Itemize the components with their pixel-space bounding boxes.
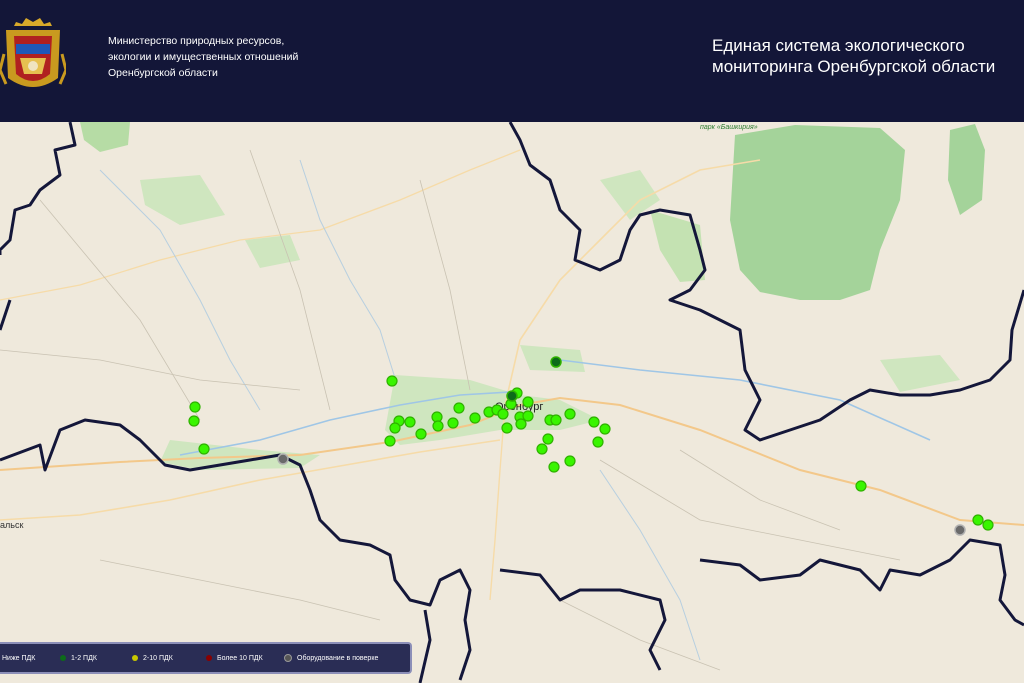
legend-label-1-2-pdk: 1-2 ПДК xyxy=(71,654,97,662)
station-marker-1-2-pdk[interactable] xyxy=(506,390,518,402)
legend-item-2-10-pdk: 2-10 ПДК xyxy=(132,655,206,662)
station-marker[interactable] xyxy=(972,514,984,526)
legend-label-below-pdk: Ниже ПДК xyxy=(2,654,36,662)
legend-item-1-2-pdk: 1-2 ПДК xyxy=(60,655,132,662)
station-marker[interactable] xyxy=(536,443,548,455)
station-marker[interactable] xyxy=(550,414,562,426)
station-marker[interactable] xyxy=(515,418,527,430)
station-marker[interactable] xyxy=(432,420,444,432)
station-marker[interactable] xyxy=(501,422,513,434)
station-marker[interactable] xyxy=(982,519,994,531)
legend-item-calibration: Оборудование в поверке xyxy=(284,654,378,662)
station-marker[interactable] xyxy=(386,375,398,387)
legend-dot-1-2-pdk xyxy=(60,655,66,661)
ministry-line-3: Оренбургской области xyxy=(108,67,218,79)
station-marker[interactable] xyxy=(453,402,465,414)
legend-label-over-10-pdk: Более 10 ПДК xyxy=(217,654,263,662)
coat-of-arms-icon xyxy=(0,18,66,87)
ministry-line-2: экологии и имущественных отношений xyxy=(108,51,299,63)
station-marker[interactable] xyxy=(415,428,427,440)
station-marker[interactable] xyxy=(588,416,600,428)
city-label-left: альск xyxy=(0,520,23,530)
station-marker-1-2-pdk[interactable] xyxy=(550,356,562,368)
park-label-bashkiria: парк «Башкирия» xyxy=(700,124,758,131)
legend-label-2-10-pdk: 2-10 ПДК xyxy=(143,654,173,662)
station-marker-calibration[interactable] xyxy=(277,453,289,465)
legend: Ниже ПДК 1-2 ПДК 2-10 ПДК Более 10 ПДК О… xyxy=(0,642,412,674)
station-marker[interactable] xyxy=(564,408,576,420)
station-marker[interactable] xyxy=(469,412,481,424)
legend-dot-over-10-pdk xyxy=(206,655,212,661)
station-marker[interactable] xyxy=(564,455,576,467)
station-marker[interactable] xyxy=(189,401,201,413)
legend-item-over-10-pdk: Более 10 ПДК xyxy=(206,655,284,662)
ministry-name: Министерство природных ресурсов, экологи… xyxy=(108,33,348,81)
station-marker[interactable] xyxy=(599,423,611,435)
station-marker[interactable] xyxy=(447,417,459,429)
station-marker[interactable] xyxy=(522,396,534,408)
station-marker[interactable] xyxy=(522,410,534,422)
station-marker[interactable] xyxy=(188,415,200,427)
station-marker[interactable] xyxy=(497,408,509,420)
system-title-line-2: мониторинга Оренбургской области xyxy=(712,57,996,76)
station-marker[interactable] xyxy=(389,422,401,434)
ministry-line-1: Министерство природных ресурсов, xyxy=(108,35,285,47)
station-marker[interactable] xyxy=(198,443,210,455)
legend-dot-2-10-pdk xyxy=(132,655,138,661)
station-marker-calibration[interactable] xyxy=(954,524,966,536)
station-marker[interactable] xyxy=(542,433,554,445)
station-marker[interactable] xyxy=(592,436,604,448)
station-marker[interactable] xyxy=(548,461,560,473)
legend-label-calibration: Оборудование в поверке xyxy=(297,654,379,662)
legend-dot-calibration xyxy=(284,654,292,662)
header: Министерство природных ресурсов, экологи… xyxy=(0,0,1024,122)
map-canvas[interactable]: Оренбург альск парк «Башкирия» xyxy=(0,122,1024,683)
station-marker[interactable] xyxy=(404,416,416,428)
legend-item-below-pdk: Ниже ПДК xyxy=(0,655,54,662)
system-title: Единая система экологического мониторинг… xyxy=(712,35,1022,77)
station-marker[interactable] xyxy=(855,480,867,492)
system-title-line-1: Единая система экологического xyxy=(712,36,965,55)
map[interactable]: Оренбург альск парк «Башкирия» xyxy=(0,122,1024,683)
station-marker[interactable] xyxy=(384,435,396,447)
